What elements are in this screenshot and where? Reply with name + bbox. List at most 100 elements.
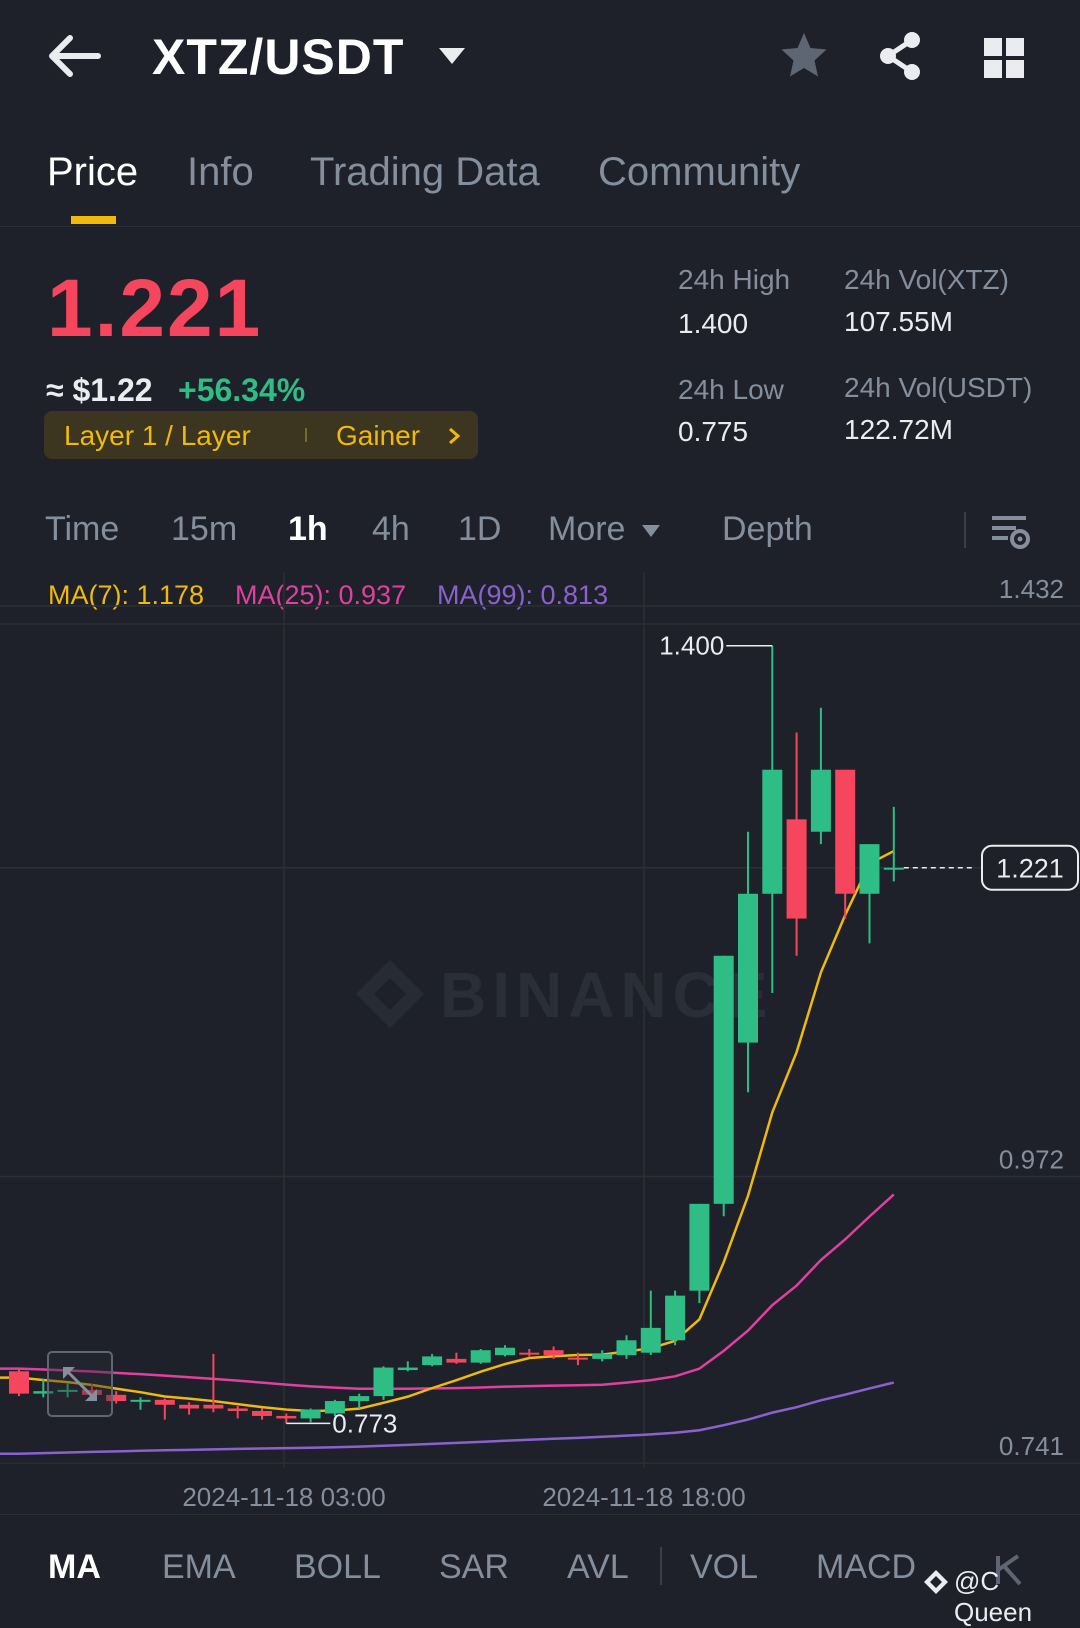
indicator-vol[interactable]: VOL xyxy=(690,1548,758,1587)
candle-body xyxy=(446,1358,467,1363)
candle-body xyxy=(786,819,807,919)
candle-body xyxy=(276,1415,297,1419)
caret-down-icon[interactable] xyxy=(641,524,661,538)
timeframe-15m[interactable]: 15m xyxy=(171,510,237,549)
candle-body xyxy=(519,1352,540,1355)
candle-body xyxy=(397,1367,418,1371)
candle xyxy=(519,1348,540,1357)
candlestick-chart[interactable]: BINANCE 1.432 0.972 0.741 2024-11-18 03:00… xyxy=(0,572,1080,1582)
candle-body xyxy=(130,1399,151,1402)
pair-title[interactable]: XTZ/USDT xyxy=(152,28,404,86)
candle xyxy=(252,1408,272,1420)
candle xyxy=(300,1408,321,1423)
y-axis-ticks: 1.432 0.972 0.741 xyxy=(999,574,1064,1461)
candle xyxy=(859,844,880,944)
tab-community[interactable]: Community xyxy=(598,150,800,195)
tab-info[interactable]: Info xyxy=(187,150,254,195)
low-value: 0.775 xyxy=(678,416,749,447)
candle xyxy=(616,1335,637,1359)
candle xyxy=(883,806,904,882)
candle xyxy=(470,1348,491,1364)
vol-base-value: 107.55M xyxy=(844,306,953,337)
y-tick-label: 0.741 xyxy=(999,1431,1064,1461)
x-tick-label: 2024-11-18 03:00 xyxy=(182,1482,385,1512)
candle xyxy=(689,1203,710,1304)
timeframe-time[interactable]: Time xyxy=(45,510,119,549)
candle xyxy=(154,1398,175,1420)
candle xyxy=(738,831,758,1093)
indicator-ema[interactable]: EMA xyxy=(162,1548,236,1587)
indicator-macd[interactable]: MACD xyxy=(816,1548,916,1587)
candle-body xyxy=(883,867,904,870)
grid-icon[interactable] xyxy=(982,36,1026,80)
active-tab-indicator xyxy=(71,216,116,224)
candle-body xyxy=(810,769,831,832)
candle xyxy=(373,1366,394,1400)
category-tag-label: Layer 1 / Layer xyxy=(64,420,251,451)
candle-body xyxy=(179,1404,200,1409)
binance-logo-icon xyxy=(356,960,424,1028)
back-arrow-icon[interactable] xyxy=(48,34,102,78)
top-bar: XTZ/USDT xyxy=(0,0,1080,120)
chart-settings-icon[interactable] xyxy=(990,510,1030,550)
vol-quote-label: 24h Vol(USDT) xyxy=(844,372,1033,403)
candle xyxy=(762,645,783,993)
indicator-sar[interactable]: SAR xyxy=(439,1548,509,1587)
candle-body xyxy=(762,769,783,894)
section-tabs: Price Info Trading Data Community xyxy=(0,140,1080,227)
price-change: +56.34% xyxy=(178,372,306,408)
candle xyxy=(835,769,856,919)
vol-base-label: 24h Vol(XTZ) xyxy=(844,264,1009,295)
indicator-boll[interactable]: BOLL xyxy=(294,1548,381,1587)
vol-quote-value: 122.72M xyxy=(844,414,953,445)
candle xyxy=(786,732,807,956)
candle-body xyxy=(738,893,758,1043)
candle-body xyxy=(495,1347,515,1356)
candle-body xyxy=(154,1399,175,1405)
tab-trading-data[interactable]: Trading Data xyxy=(310,150,540,195)
candle xyxy=(179,1402,200,1415)
caret-down-icon[interactable] xyxy=(437,46,467,66)
toolbar-divider xyxy=(964,512,966,548)
candle-body xyxy=(567,1357,588,1360)
moving-average-lines xyxy=(0,849,895,1456)
candle xyxy=(9,1368,29,1397)
candle xyxy=(276,1413,297,1424)
candle-body xyxy=(300,1409,321,1419)
candle-body xyxy=(373,1367,394,1397)
timeframe-1d[interactable]: 1D xyxy=(458,510,501,549)
tab-price[interactable]: Price xyxy=(47,150,138,195)
candle-body xyxy=(422,1356,443,1366)
timeframe-4h[interactable]: 4h xyxy=(372,510,410,549)
x-axis-ticks: 2024-11-18 03:00 2024-11-18 18:00 xyxy=(182,1482,745,1512)
gainer-tag-label: Gainer xyxy=(336,420,421,451)
indicator-ma[interactable]: MA xyxy=(48,1548,101,1587)
candle-body xyxy=(203,1404,224,1409)
candle-body xyxy=(616,1340,637,1356)
candle xyxy=(397,1361,418,1372)
low-marker-label: 0.773 xyxy=(332,1408,397,1438)
last-price: 1.221 xyxy=(47,263,263,354)
indicator-avl[interactable]: AVL xyxy=(567,1548,629,1587)
candle xyxy=(810,707,831,845)
ma7-line xyxy=(0,849,895,1413)
timeframe-1h[interactable]: 1h xyxy=(288,510,328,549)
candle-body xyxy=(835,769,856,894)
expand-icon[interactable] xyxy=(47,1351,113,1417)
y-tick-label: 1.432 xyxy=(999,574,1064,604)
low-label: 24h Low xyxy=(678,374,784,405)
candle xyxy=(130,1397,151,1410)
usd-price: ≈ $1.22 xyxy=(46,372,153,408)
current-price-label: 1.221 xyxy=(996,854,1064,884)
high-value: 1.400 xyxy=(678,308,749,339)
tag-divider xyxy=(305,428,307,442)
user-watermark: @C Queen xyxy=(954,1566,1033,1627)
share-icon[interactable] xyxy=(874,30,926,82)
timeframe-depth[interactable]: Depth xyxy=(722,510,813,549)
candle-body xyxy=(349,1396,370,1402)
star-icon[interactable] xyxy=(778,30,830,82)
timeframe-more[interactable]: More xyxy=(548,510,625,549)
candle xyxy=(422,1353,443,1367)
indicator-divider xyxy=(660,1547,662,1585)
candle xyxy=(446,1352,467,1364)
